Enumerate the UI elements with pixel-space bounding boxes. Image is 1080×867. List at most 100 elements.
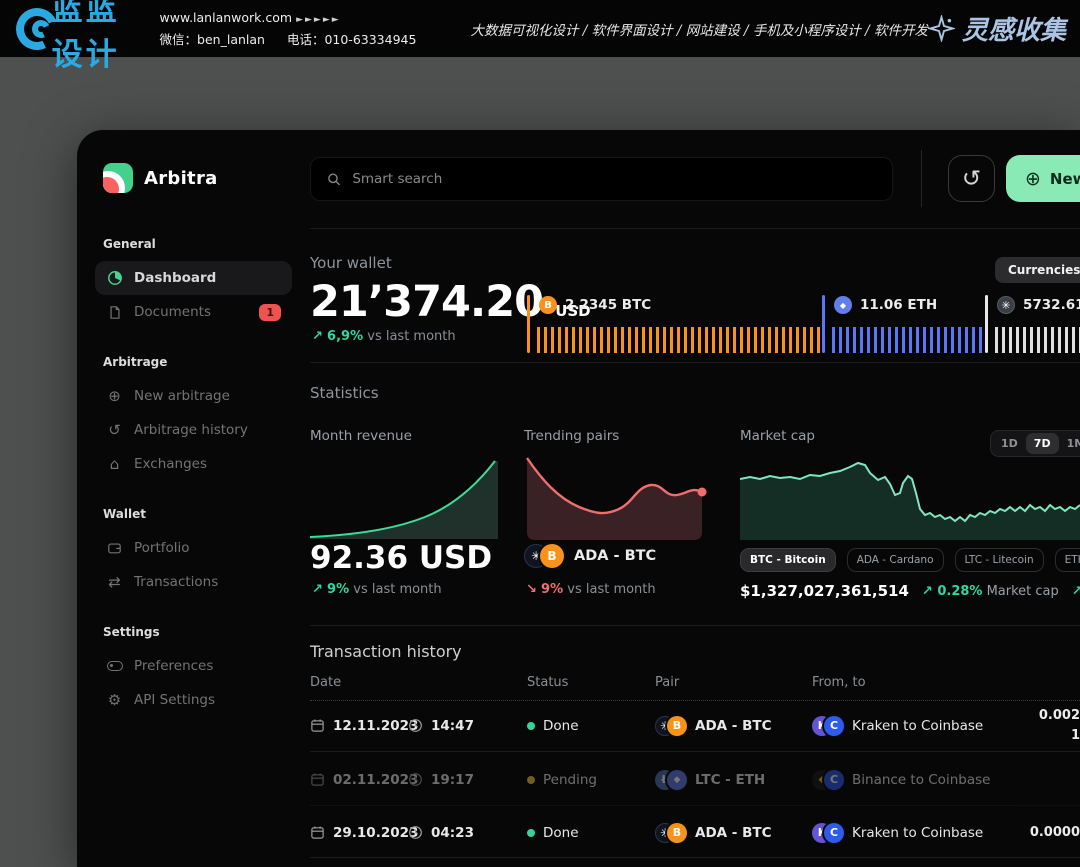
eth-bars bbox=[832, 327, 982, 353]
month-revenue-change: ↗ 9% vs last month bbox=[312, 582, 442, 597]
sidebar-item-new-arbitrage[interactable]: ⊕ New arbitrage bbox=[95, 379, 292, 413]
month-revenue-label: Month revenue bbox=[310, 428, 412, 444]
status-dot-done bbox=[527, 722, 535, 730]
collect-label: 灵感收集 bbox=[962, 10, 1066, 47]
tx-pair: ADA - BTC bbox=[695, 718, 772, 734]
plus-circle-icon: ⊕ bbox=[1025, 168, 1041, 190]
ada-icon: ✳ bbox=[997, 296, 1015, 314]
sidebar-item-label: New arbitrage bbox=[134, 388, 230, 404]
wallet-change-pct: 6,9% bbox=[327, 329, 363, 344]
sidebar-item-label: Transactions bbox=[134, 574, 218, 590]
range-1m[interactable]: 1M bbox=[1059, 433, 1080, 454]
main-content: ↺ ⊕ New a Your wallet 21’374.20 USD ↗ 6,… bbox=[310, 130, 1080, 867]
column-pair: Pair bbox=[655, 675, 679, 690]
pill-ada-cardano[interactable]: ADA - Cardano bbox=[847, 548, 944, 572]
tab-currencies[interactable]: Currencies bbox=[995, 257, 1080, 283]
wallet-change-note: vs last month bbox=[367, 329, 455, 344]
search-icon bbox=[327, 172, 341, 187]
sidebar-item-label: Exchanges bbox=[134, 456, 207, 472]
plus-circle-icon: ⊕ bbox=[106, 387, 123, 405]
search-input[interactable] bbox=[352, 171, 876, 187]
pill-eth-ethereum[interactable]: ETH - Ethereu bbox=[1055, 548, 1080, 572]
arrows-icon: ►►►►► bbox=[296, 15, 341, 25]
sidebar-item-preferences[interactable]: Preferences bbox=[95, 649, 292, 683]
calendar-icon bbox=[310, 718, 325, 733]
btc-bars bbox=[537, 327, 821, 353]
documents-badge: 1 bbox=[259, 304, 281, 321]
tx-date: 02.11.2023 bbox=[333, 772, 418, 788]
sidebar-item-api-settings[interactable]: ⚙ API Settings bbox=[95, 683, 292, 717]
month-revenue-value: 92.36 USD bbox=[310, 540, 492, 576]
sidebar-item-dashboard[interactable]: Dashboard bbox=[95, 261, 292, 295]
market-cap-coin-pills: BTC - Bitcoin ADA - Cardano LTC - Liteco… bbox=[740, 548, 1080, 572]
market-cap-stat1-label: Market cap bbox=[987, 584, 1059, 599]
trend-down-icon: ↘ bbox=[526, 582, 537, 597]
document-icon bbox=[106, 305, 123, 320]
sidebar-item-arbitrage-history[interactable]: ↺ Arbitrage history bbox=[95, 413, 292, 447]
sidebar: Arbitra General Dashboard Documents 1 Ar… bbox=[77, 130, 310, 867]
holding-eth: ◆ 11.06 ETH bbox=[822, 295, 982, 353]
sidebar-item-exchanges[interactable]: ⌂ Exchanges bbox=[95, 447, 292, 481]
wallet-section-title: Your wallet bbox=[310, 254, 392, 272]
header-separator bbox=[310, 228, 1080, 229]
holding-ada: ✳ 5732.61 ADA bbox=[985, 295, 1080, 353]
header-divider bbox=[921, 150, 922, 207]
eth-accent-bar bbox=[822, 295, 825, 353]
btc-amount: 2.2345 BTC bbox=[565, 297, 651, 313]
transactions-section-title: Transaction history bbox=[310, 642, 462, 661]
clock-icon bbox=[408, 718, 423, 733]
tx-time: 14:47 bbox=[431, 718, 474, 734]
table-row[interactable]: 12.11.2023 14:47 Done ✳B ADA - BTC KC Kr… bbox=[310, 700, 1080, 752]
coinbase-icon: C bbox=[824, 770, 844, 790]
banner-logo-text: 蓝蓝设计 bbox=[52, 0, 138, 74]
market-cap-stats: $1,327,027,361,514 ↗ 0.28% Market cap ↗ … bbox=[740, 582, 1080, 600]
eth-amount: 11.06 ETH bbox=[860, 297, 937, 313]
ada-accent-bar bbox=[985, 295, 988, 353]
sidebar-item-label: Arbitrage history bbox=[134, 422, 248, 438]
tx-pair: LTC - ETH bbox=[695, 772, 765, 788]
btc-icon: B bbox=[667, 823, 687, 843]
wallet-balance-value: 21’374.20 bbox=[310, 277, 543, 327]
sidebar-section-settings: Settings bbox=[103, 625, 288, 639]
sidebar-item-label: Dashboard bbox=[134, 270, 216, 286]
pill-ltc-litecoin[interactable]: LTC - Litecoin bbox=[955, 548, 1044, 572]
trending-pairs-label: Trending pairs bbox=[524, 428, 619, 444]
range-1d[interactable]: 1D bbox=[993, 433, 1026, 454]
month-revenue-chart bbox=[310, 455, 498, 543]
coinbase-icon: C bbox=[824, 823, 844, 843]
eth-icon: ◆ bbox=[834, 296, 852, 314]
clock-icon bbox=[408, 825, 423, 840]
eth-icon: ◆ bbox=[667, 770, 687, 790]
tx-pair: ADA - BTC bbox=[695, 825, 772, 841]
transactions-table-header: Date Status Pair From, to bbox=[310, 675, 1080, 701]
search-bar[interactable] bbox=[310, 157, 893, 201]
holding-btc: B 2.2345 BTC bbox=[527, 295, 821, 353]
trending-pair-label: ADA - BTC bbox=[574, 548, 656, 564]
sidebar-section-arbitrage: Arbitrage bbox=[103, 355, 288, 369]
banner-website: www.lanlanwork.com bbox=[160, 10, 293, 25]
toggle-icon bbox=[106, 661, 123, 671]
table-row[interactable]: 29.10.2023 04:23 Done ✳B ADA - BTC KC Kr… bbox=[310, 808, 1080, 858]
sidebar-item-portfolio[interactable]: Portfolio bbox=[95, 531, 292, 565]
statistics-separator bbox=[310, 625, 1080, 626]
sidebar-item-label: Preferences bbox=[134, 658, 213, 674]
exchange-building-icon: ⌂ bbox=[106, 455, 123, 473]
lanlan-logo-icon bbox=[10, 6, 52, 52]
sidebar-item-transactions[interactable]: ⇄ Transactions bbox=[95, 565, 292, 599]
history-button[interactable]: ↺ bbox=[948, 155, 995, 202]
tx-route: Kraken to Coinbase bbox=[852, 718, 983, 734]
trending-pair-change: ↘ 9% vs last month bbox=[526, 582, 656, 597]
sidebar-item-documents[interactable]: Documents 1 bbox=[95, 295, 292, 329]
table-row[interactable]: 02.11.2023 19:17 Pending Ł◆ LTC - ETH ◆C… bbox=[310, 754, 1080, 806]
btc-icon: B bbox=[539, 296, 557, 314]
tx-amounts: 0.002 1 bbox=[1039, 705, 1080, 745]
market-cap-value: $1,327,027,361,514 bbox=[740, 582, 909, 600]
trending-pairs-chart bbox=[524, 452, 712, 544]
history-clock-icon: ↺ bbox=[106, 421, 123, 439]
status-dot-done bbox=[527, 829, 535, 837]
new-arbitrage-button[interactable]: ⊕ New a bbox=[1006, 155, 1080, 202]
ada-amount: 5732.61 ADA bbox=[1023, 297, 1080, 313]
range-7d[interactable]: 7D bbox=[1026, 433, 1059, 454]
trend-up-icon: ↗ bbox=[312, 329, 323, 344]
pill-btc-bitcoin[interactable]: BTC - Bitcoin bbox=[740, 548, 836, 572]
